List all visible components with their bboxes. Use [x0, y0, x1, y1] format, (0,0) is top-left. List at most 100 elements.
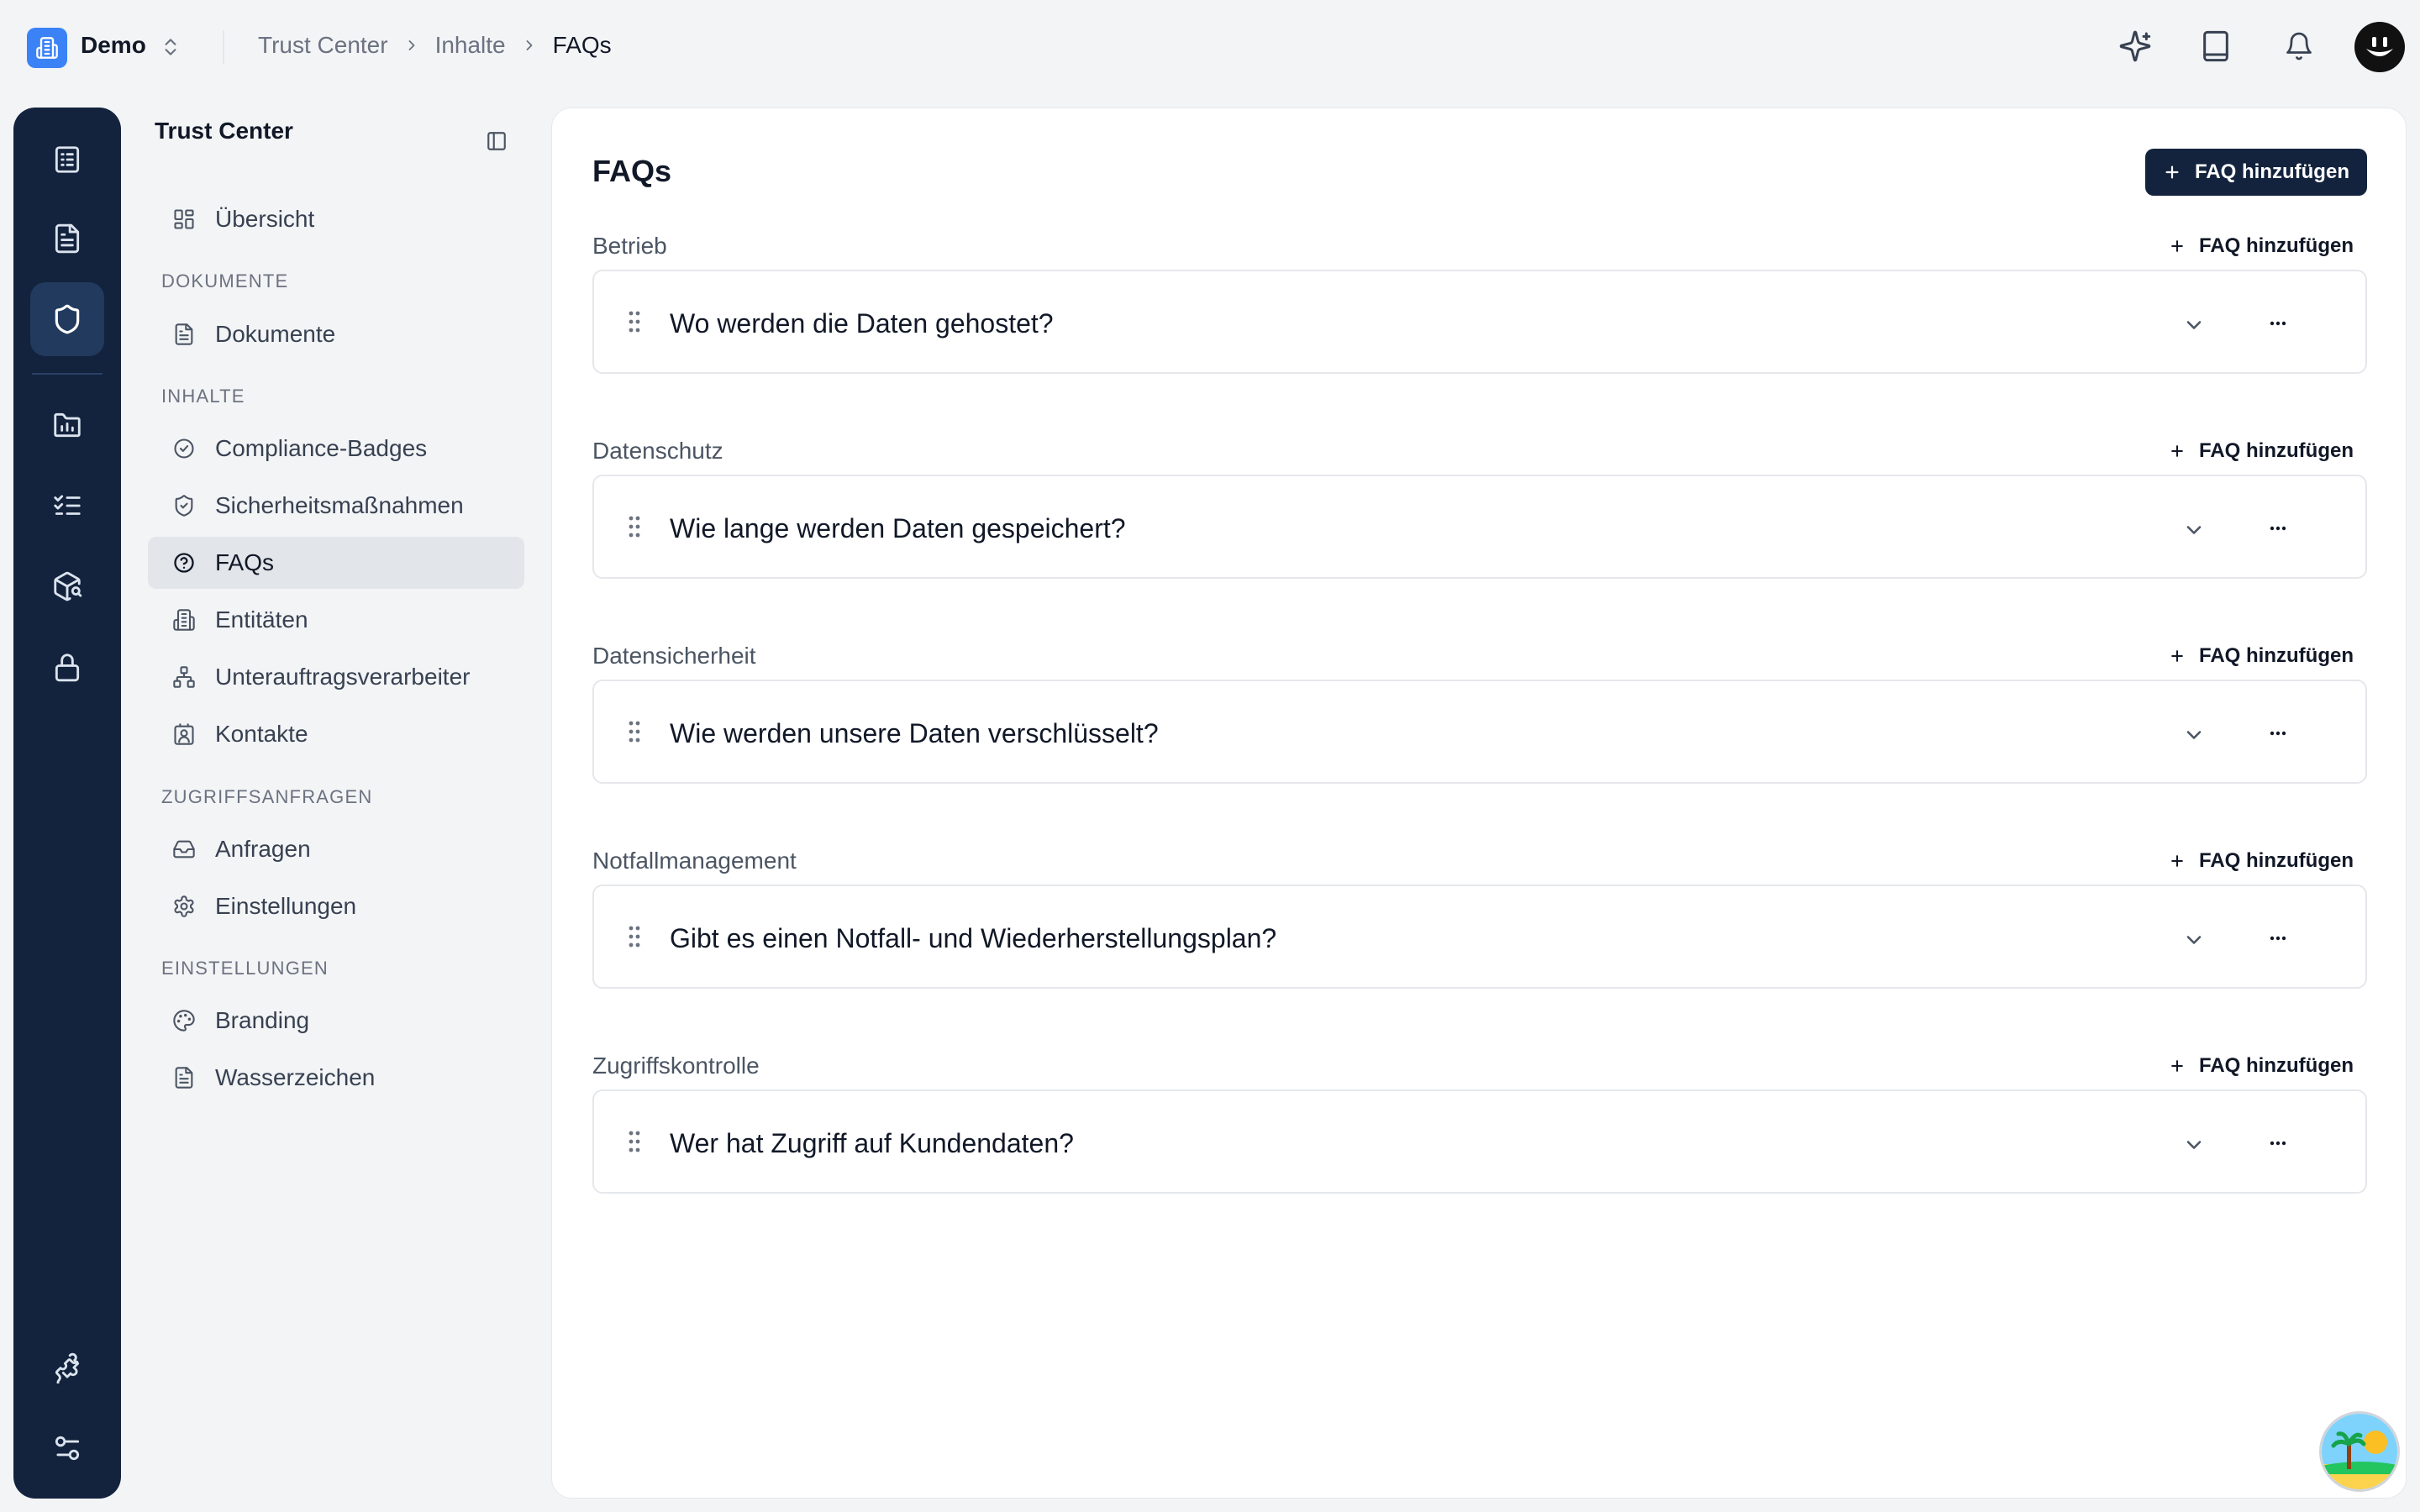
faq-item[interactable]: Wie werden unsere Daten verschlüsselt? [592, 680, 2367, 784]
chevron-down-icon[interactable] [2182, 1133, 2206, 1157]
faq-question: Wie werden unsere Daten verschlüsselt? [670, 718, 1159, 748]
group-add-faq-button[interactable]: FAQ hinzufügen [2169, 1054, 2354, 1078]
contact-icon [171, 722, 197, 747]
lock-icon[interactable] [30, 630, 104, 704]
faq-item[interactable]: Wo werden die Daten gehostet? [592, 270, 2367, 374]
faq-question: Gibt es einen Notfall- und Wiederherstel… [670, 923, 1277, 953]
grip-vertical-icon[interactable] [628, 515, 641, 538]
shield-check-icon [171, 493, 197, 518]
group-title: Notfallmanagement [592, 848, 797, 874]
group-add-faq-button[interactable]: FAQ hinzufügen [2169, 644, 2354, 668]
plus-icon [2169, 853, 2186, 869]
group-title: Datenschutz [592, 438, 723, 464]
puzzle-icon[interactable] [30, 1331, 104, 1404]
sidebar-item-uebersicht[interactable]: Übersicht [148, 193, 524, 245]
chevron-down-icon[interactable] [2182, 723, 2206, 747]
faq-item[interactable]: Wie lange werden Daten gespeichert? [592, 475, 2367, 579]
chart-icon[interactable] [30, 388, 104, 462]
breadcrumb-trust-center[interactable]: Trust Center [258, 32, 388, 59]
shield-icon[interactable] [30, 282, 104, 356]
group-add-faq-button[interactable]: FAQ hinzufügen [2169, 439, 2354, 463]
plus-icon [2169, 443, 2186, 459]
sidebar-item-label: Kontakte [215, 721, 308, 747]
add-faq-button[interactable]: FAQ hinzufügen [2145, 149, 2367, 196]
sidebar-item-label: Dokumente [215, 321, 336, 347]
grip-vertical-icon[interactable] [628, 1130, 641, 1153]
sidebar-item-branding[interactable]: Branding [148, 995, 524, 1047]
faq-group: Betrieb FAQ hinzufügen Wo werden die Dat… [592, 233, 2367, 421]
breadcrumb: Trust Center Inhalte FAQs [258, 32, 612, 59]
divider [223, 30, 224, 64]
section-dokumente: DOKUMENTE [161, 270, 289, 291]
breadcrumb-current: FAQs [552, 32, 612, 58]
tablet-icon[interactable] [2196, 27, 2235, 66]
sidebar-item-kontakte[interactable]: Kontakte [148, 708, 524, 760]
sidebar-item-label: Compliance-Badges [215, 435, 428, 461]
rail-divider [32, 373, 103, 375]
group-title: Zugriffskontrolle [592, 1053, 760, 1079]
group-title: Betrieb [592, 233, 667, 259]
chevron-right-icon [521, 37, 538, 54]
palette-icon [171, 1008, 197, 1033]
sidebar-item-einstellungen[interactable]: Einstellungen [148, 880, 524, 932]
more-horizontal-icon[interactable] [2270, 320, 2286, 327]
group-add-label: FAQ hinzufügen [2199, 644, 2354, 667]
more-horizontal-icon[interactable] [2270, 525, 2286, 532]
faq-question: Wo werden die Daten gehostet? [670, 308, 1054, 339]
sidebar-item-dokumente[interactable]: Dokumente [148, 308, 524, 360]
panel-collapse-icon[interactable] [486, 130, 508, 152]
group-add-faq-button[interactable]: FAQ hinzufügen [2169, 849, 2354, 873]
document-icon[interactable] [30, 202, 104, 276]
tasks-icon[interactable] [30, 469, 104, 543]
checklist-icon[interactable] [30, 123, 104, 197]
more-horizontal-icon[interactable] [2270, 730, 2286, 737]
grip-vertical-icon[interactable] [628, 925, 641, 948]
help-circle-icon [171, 550, 197, 575]
section-einstellungen: EINSTELLUNGEN [161, 958, 329, 979]
chevron-down-icon[interactable] [2182, 928, 2206, 952]
sidebar-item-wasserzeichen[interactable]: Wasserzeichen [148, 1052, 524, 1104]
sidebar-title: Trust Center [155, 118, 293, 144]
group-title: Datensicherheit [592, 643, 756, 669]
package-search-icon[interactable] [30, 549, 104, 623]
sidebar-item-label: Entitäten [215, 606, 308, 633]
group-add-faq-button[interactable]: FAQ hinzufügen [2169, 234, 2354, 258]
workspace-logo[interactable] [27, 28, 67, 68]
user-avatar[interactable] [2354, 22, 2405, 72]
sidebar-item-faqs[interactable]: FAQs [148, 537, 524, 589]
chevrons-up-down-icon[interactable] [160, 35, 182, 59]
layout-dashboard-icon [171, 207, 197, 232]
chevron-down-icon[interactable] [2182, 313, 2206, 337]
support-avatar-button[interactable] [2319, 1411, 2400, 1492]
file-text-icon [171, 322, 197, 347]
faq-question: Wer hat Zugriff auf Kundendaten? [670, 1128, 1074, 1158]
faq-group: Zugriffskontrolle FAQ hinzufügen Wer hat… [592, 1053, 2367, 1241]
faq-item[interactable]: Wer hat Zugriff auf Kundendaten? [592, 1089, 2367, 1194]
more-horizontal-icon[interactable] [2270, 1140, 2286, 1147]
sidebar-item-label: Übersicht [215, 206, 315, 232]
sidebar-item-entitaeten[interactable]: Entitäten [148, 594, 524, 646]
plus-icon [2169, 648, 2186, 664]
plus-icon [2169, 1058, 2186, 1074]
settings-icon [171, 894, 197, 919]
grip-vertical-icon[interactable] [628, 310, 641, 333]
file-text-icon [171, 1065, 197, 1090]
sidebar-item-label: FAQs [215, 549, 275, 575]
chevron-down-icon[interactable] [2182, 518, 2206, 542]
bell-icon[interactable] [2280, 27, 2318, 66]
sidebar-item-compliance-badges[interactable]: Compliance-Badges [148, 423, 524, 475]
inbox-icon [171, 837, 197, 862]
sidebar-item-sicherheitsmassnahmen[interactable]: Sicherheitsmaßnahmen [148, 480, 524, 532]
breadcrumb-inhalte[interactable]: Inhalte [435, 32, 506, 59]
sliders-icon[interactable] [30, 1411, 104, 1485]
sparkles-icon[interactable] [2116, 27, 2154, 66]
faq-group: Datensicherheit FAQ hinzufügen Wie werde… [592, 643, 2367, 831]
faq-item[interactable]: Gibt es einen Notfall- und Wiederherstel… [592, 885, 2367, 989]
app-rail [13, 108, 121, 1499]
more-horizontal-icon[interactable] [2270, 935, 2286, 942]
section-zugriffsanfragen: ZUGRIFFSANFRAGEN [161, 786, 373, 807]
sidebar-item-anfragen[interactable]: Anfragen [148, 823, 524, 875]
sidebar-item-unterauftragsverarbeiter[interactable]: Unterauftragsverarbeiter [148, 651, 524, 703]
grip-vertical-icon[interactable] [628, 720, 641, 743]
workspace-name[interactable]: Demo [81, 32, 146, 59]
